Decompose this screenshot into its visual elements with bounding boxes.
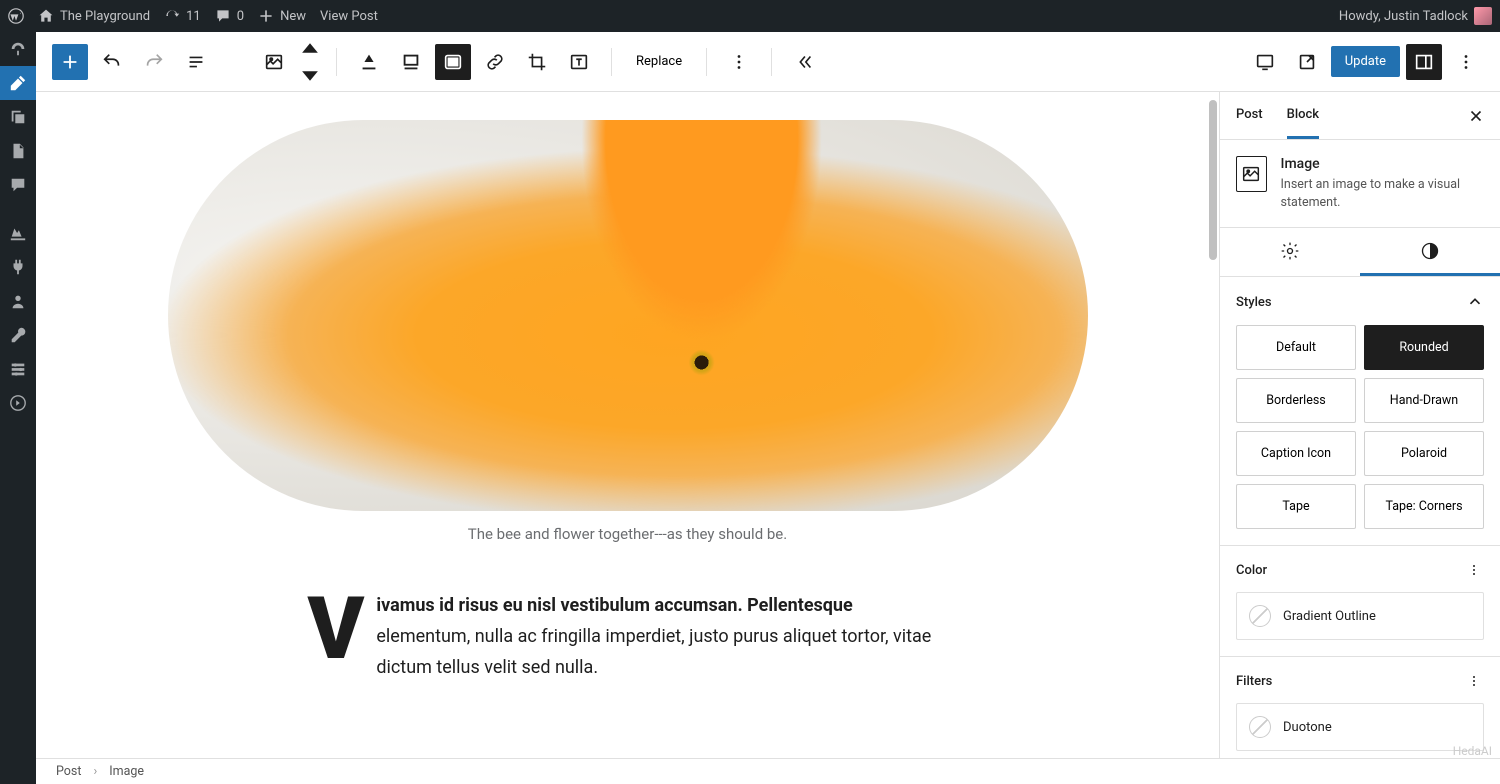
replace-button[interactable]: Replace <box>626 46 692 77</box>
new-link[interactable]: New <box>258 8 306 24</box>
move-up-button[interactable] <box>298 34 322 62</box>
tab-post[interactable]: Post <box>1236 93 1263 139</box>
style-option-hand-drawn[interactable]: Hand-Drawn <box>1364 378 1484 423</box>
menu-plugins[interactable] <box>0 250 36 284</box>
color-option-label: Gradient Outline <box>1283 609 1376 624</box>
view-button[interactable] <box>1247 44 1283 80</box>
comments-link[interactable]: 0 <box>215 8 244 24</box>
document-overview-button[interactable] <box>178 44 214 80</box>
settings-toggle-button[interactable] <box>1406 44 1442 80</box>
editor-more-button[interactable] <box>1448 44 1484 80</box>
breadcrumb-leaf[interactable]: Image <box>109 764 144 779</box>
block-desc: Insert an image to make a visual stateme… <box>1281 176 1484 211</box>
comments-count: 0 <box>237 9 244 24</box>
chevron-up-icon <box>1466 293 1484 311</box>
style-option-tape[interactable]: Tape <box>1236 484 1356 529</box>
move-down-button[interactable] <box>298 62 322 90</box>
undo-button[interactable] <box>94 44 130 80</box>
style-toggle-button[interactable] <box>435 44 471 80</box>
breadcrumb: Post › Image <box>36 758 1500 784</box>
color-panel-more[interactable] <box>1464 562 1484 578</box>
menu-settings[interactable] <box>0 352 36 386</box>
preview-button[interactable] <box>1289 44 1325 80</box>
style-option-default[interactable]: Default <box>1236 325 1356 370</box>
redo-button[interactable] <box>136 44 172 80</box>
color-gradient-outline[interactable]: Gradient Outline <box>1236 592 1484 640</box>
howdy-link[interactable]: Howdy, Justin Tadlock <box>1339 7 1492 25</box>
collapse-toolbar-button[interactable] <box>786 44 822 80</box>
style-option-rounded[interactable]: Rounded <box>1364 325 1484 370</box>
menu-appearance[interactable] <box>0 216 36 250</box>
styles-panel-toggle[interactable]: Styles <box>1236 293 1484 311</box>
editor: Replace Update The bee and flower togeth… <box>36 32 1500 784</box>
color-panel-title: Color <box>1236 563 1267 578</box>
style-option-tape-corners[interactable]: Tape: Corners <box>1364 484 1484 529</box>
editor-toolbar: Replace Update <box>36 32 1500 92</box>
admin-menu <box>0 32 36 784</box>
style-option-polaroid[interactable]: Polaroid <box>1364 431 1484 476</box>
menu-tools[interactable] <box>0 318 36 352</box>
inserter-button[interactable] <box>52 44 88 80</box>
image[interactable] <box>168 120 1088 511</box>
inspector-tab-styles[interactable] <box>1360 228 1500 276</box>
filters-panel-more[interactable] <box>1464 673 1484 689</box>
menu-posts[interactable] <box>0 66 36 100</box>
howdy-text: Howdy, Justin Tadlock <box>1339 9 1468 24</box>
menu-users[interactable] <box>0 284 36 318</box>
tab-block[interactable]: Block <box>1287 93 1319 139</box>
align-button[interactable] <box>351 44 387 80</box>
paragraph-block[interactable]: Vivamus id risus eu nisl vestibulum accu… <box>308 591 948 683</box>
admin-bar: The Playground 11 0 New View Post Howdy,… <box>0 0 1500 32</box>
filters-panel-title: Filters <box>1236 674 1272 689</box>
updates-link[interactable]: 11 <box>164 8 201 24</box>
style-option-borderless[interactable]: Borderless <box>1236 378 1356 423</box>
site-name-link[interactable]: The Playground <box>38 8 150 24</box>
menu-dashboard[interactable] <box>0 32 36 66</box>
editor-canvas[interactable]: The bee and flower together---as they sh… <box>36 92 1219 758</box>
menu-pages[interactable] <box>0 134 36 168</box>
breadcrumb-root[interactable]: Post <box>56 764 81 779</box>
image-icon <box>1236 156 1267 192</box>
body-rest: elementum, nulla ac fringilla imperdiet,… <box>376 626 931 678</box>
text-overlay-button[interactable] <box>561 44 597 80</box>
swatch-icon <box>1249 716 1271 738</box>
caption-button[interactable] <box>393 44 429 80</box>
site-name: The Playground <box>60 9 150 24</box>
menu-comments[interactable] <box>0 168 36 202</box>
updates-count: 11 <box>186 9 201 24</box>
styles-panel-title: Styles <box>1236 295 1272 310</box>
image-block[interactable]: The bee and flower together---as they sh… <box>168 120 1088 543</box>
menu-media[interactable] <box>0 100 36 134</box>
style-option-caption-icon[interactable]: Caption Icon <box>1236 431 1356 476</box>
block-type-button[interactable] <box>256 44 292 80</box>
menu-collapse[interactable] <box>0 386 36 420</box>
crop-button[interactable] <box>519 44 555 80</box>
swatch-icon <box>1249 605 1271 627</box>
wp-logo[interactable] <box>8 8 24 24</box>
lead-bold: ivamus id risus eu nisl vestibulum accum… <box>376 595 852 616</box>
settings-sidebar: Post Block Image Insert an image to make… <box>1219 92 1500 758</box>
chevron-right-icon: › <box>93 764 97 779</box>
view-post-link[interactable]: View Post <box>320 9 378 24</box>
update-button[interactable]: Update <box>1331 46 1400 77</box>
inspector-tab-settings[interactable] <box>1220 228 1360 276</box>
close-sidebar-button[interactable] <box>1464 104 1488 128</box>
link-button[interactable] <box>477 44 513 80</box>
drop-cap: V <box>308 591 377 662</box>
watermark: HedaAI <box>1453 744 1492 758</box>
new-label: New <box>280 9 306 24</box>
block-title: Image <box>1281 156 1484 172</box>
block-more-button[interactable] <box>721 44 757 80</box>
scrollbar[interactable] <box>1209 100 1217 260</box>
avatar <box>1474 7 1492 25</box>
filter-duotone[interactable]: Duotone <box>1236 703 1484 751</box>
image-caption[interactable]: The bee and flower together---as they sh… <box>168 525 1088 543</box>
filter-option-label: Duotone <box>1283 720 1332 735</box>
